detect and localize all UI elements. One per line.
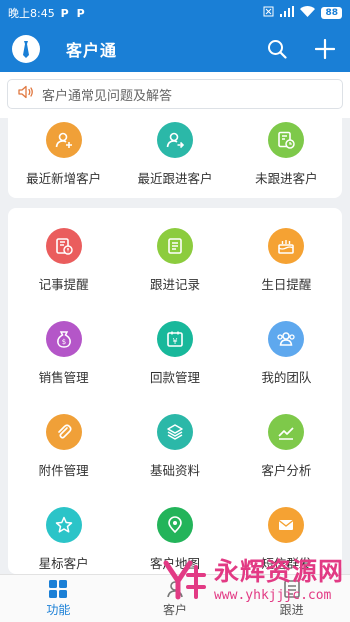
func-item-label: 星标客户 xyxy=(38,556,89,571)
speaker-icon xyxy=(18,85,34,103)
tab-functions[interactable]: 功能 xyxy=(0,575,117,622)
svg-text:$: $ xyxy=(61,338,65,346)
record-icon xyxy=(156,228,193,264)
money-bag-icon: $ xyxy=(45,321,82,357)
grid-icon xyxy=(49,580,68,598)
func-item-birthday-reminder[interactable]: 生日提醒 xyxy=(231,228,342,321)
mail-icon xyxy=(268,507,305,543)
func-item-label: 客户分析 xyxy=(261,463,312,478)
paperclip-icon xyxy=(45,414,82,450)
parking-app-icon: P xyxy=(76,6,85,20)
func-item-notes-reminder[interactable]: 记事提醒 xyxy=(8,228,119,321)
func-item-label: 附件管理 xyxy=(38,463,89,478)
func-item-starred-customers[interactable]: 星标客户 xyxy=(8,507,119,574)
customers-icon xyxy=(167,581,183,598)
func-item-label: 记事提醒 xyxy=(38,277,89,292)
follow-icon xyxy=(283,580,300,598)
page-title: 客户通 xyxy=(66,41,118,60)
func-item-label: 基础资料 xyxy=(149,463,200,478)
notice-text: 客户通常见问题及解答 xyxy=(42,88,173,104)
func-item-label: 跟进记录 xyxy=(149,277,200,292)
func-item-customer-map[interactable]: 客户地图 xyxy=(119,507,230,574)
func-item-label: 生日提醒 xyxy=(261,277,312,292)
func-item-label: 短信群发 xyxy=(261,556,312,571)
bottom-navigation: 功能 客户 跟进 xyxy=(0,574,350,622)
status-time: 晚上8:45 xyxy=(8,7,55,20)
faq-notice-bar[interactable]: 客户通常见问题及解答 xyxy=(7,79,343,109)
app-bar: 客户通 xyxy=(0,26,350,72)
func-item-payment-management[interactable]: ¥ 回款管理 xyxy=(119,321,230,414)
svg-text:¥: ¥ xyxy=(172,337,177,346)
quick-item-label: 未跟进客户 xyxy=(255,171,318,186)
function-grid-card: 记事提醒 跟进记录 生日提醒 $ 销售管理 ¥ 回款管理 我的团队 附件管理 基… xyxy=(8,208,342,574)
func-item-label: 客户地图 xyxy=(149,556,200,571)
app-logo-icon xyxy=(12,35,40,63)
tab-label: 跟进 xyxy=(279,603,304,617)
quick-item-label: 最近新增客户 xyxy=(26,171,102,186)
parking-app-icon: P xyxy=(60,6,69,20)
func-item-label: 销售管理 xyxy=(38,370,89,385)
add-button[interactable] xyxy=(312,36,338,62)
wifi-icon xyxy=(300,6,316,20)
quick-item-new-customers[interactable]: 最近新增客户 xyxy=(8,122,119,198)
quick-access-card: 最近新增客户 最近跟进客户 未跟进客户 xyxy=(8,118,342,198)
notice-section: 客户通常见问题及解答 xyxy=(0,72,350,118)
func-item-my-team[interactable]: 我的团队 xyxy=(231,321,342,414)
func-item-follow-records[interactable]: 跟进记录 xyxy=(119,228,230,321)
func-item-customer-analysis[interactable]: 客户分析 xyxy=(231,414,342,507)
layers-icon xyxy=(156,414,193,450)
signal-icon xyxy=(280,6,295,20)
func-item-label: 回款管理 xyxy=(149,370,200,385)
func-item-attachments[interactable]: 附件管理 xyxy=(8,414,119,507)
battery-indicator: 88 xyxy=(321,7,342,19)
func-item-bulk-sms[interactable]: 短信群发 xyxy=(231,507,342,574)
quick-item-not-followed[interactable]: 未跟进客户 xyxy=(231,122,342,198)
star-icon xyxy=(45,507,82,543)
sim-x-icon xyxy=(263,6,274,20)
status-bar: 晚上8:45 P P 88 xyxy=(0,0,350,26)
quick-item-recent-followed[interactable]: 最近跟进客户 xyxy=(119,122,230,198)
tab-label: 功能 xyxy=(46,603,71,617)
func-item-sales-management[interactable]: $ 销售管理 xyxy=(8,321,119,414)
add-user-icon xyxy=(45,122,82,158)
quick-item-label: 最近跟进客户 xyxy=(137,171,213,186)
map-pin-icon xyxy=(156,507,193,543)
cake-icon xyxy=(268,228,305,264)
plus-icon xyxy=(315,39,335,59)
search-button[interactable] xyxy=(264,36,290,62)
note-alert-icon xyxy=(45,228,82,264)
tab-follow-up[interactable]: 跟进 xyxy=(233,575,350,622)
func-item-label: 我的团队 xyxy=(261,370,312,385)
team-icon xyxy=(268,321,305,357)
search-icon xyxy=(268,40,287,59)
yen-calendar-icon: ¥ xyxy=(156,321,193,357)
func-item-basic-data[interactable]: 基础资料 xyxy=(119,414,230,507)
follow-user-icon xyxy=(156,122,193,158)
tab-label: 客户 xyxy=(163,603,188,617)
clock-doc-icon xyxy=(268,122,305,158)
chart-line-icon xyxy=(268,414,305,450)
tab-customers[interactable]: 客户 xyxy=(117,575,234,622)
